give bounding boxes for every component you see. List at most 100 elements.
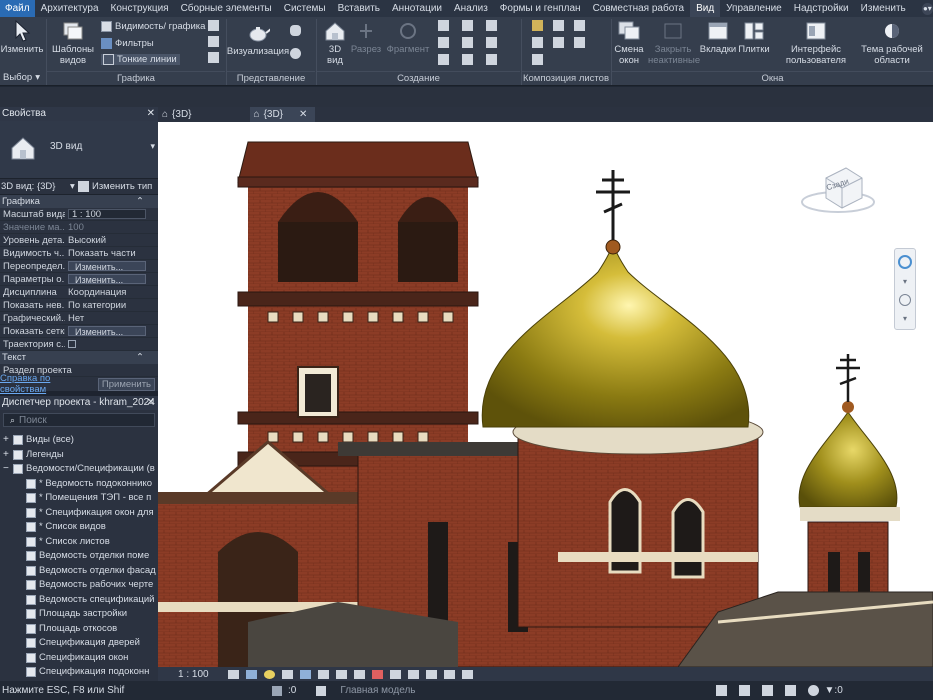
section-button[interactable]: Разрез: [350, 19, 382, 55]
browser-item[interactable]: Ведомость отделки поме: [0, 549, 158, 564]
close-inactive-button[interactable]: Закрыть неактивные: [648, 19, 700, 66]
crop-view-icon[interactable]: [317, 669, 329, 679]
instance-filter[interactable]: 3D вид: {3D}: [0, 181, 70, 192]
menu-tab-13[interactable]: Изменить: [855, 0, 912, 17]
browser-item[interactable]: Площадь застройки: [0, 607, 158, 622]
expand-icon[interactable]: −: [3, 462, 13, 477]
browser-item[interactable]: Спецификация окон: [0, 651, 158, 666]
checkbox[interactable]: [68, 340, 76, 348]
properties-help-link[interactable]: Справка по свойствам: [0, 373, 98, 395]
3d-viewport[interactable]: Сзади ▾ ▾: [158, 122, 933, 667]
browser-item[interactable]: Ведомость отделки фасад: [0, 564, 158, 579]
active-model[interactable]: Главная модель: [340, 685, 415, 696]
menu-tab-9[interactable]: Совместная работа: [587, 0, 691, 17]
browser-item[interactable]: + Легенды: [0, 448, 158, 463]
menu-tab-12[interactable]: Надстройки: [788, 0, 855, 17]
modify-button[interactable]: Изменить: [0, 19, 44, 55]
expand-icon[interactable]: +: [3, 448, 13, 463]
worksharing-icon[interactable]: [425, 669, 437, 679]
zoom-icon[interactable]: [899, 294, 911, 306]
close-icon[interactable]: ✕: [147, 396, 155, 410]
menu-tab-3[interactable]: Сборные элементы: [175, 0, 278, 17]
browser-item[interactable]: Спецификация подоконн: [0, 665, 158, 680]
selection-toggles[interactable]: [715, 685, 819, 696]
menu-tab-4[interactable]: Системы: [278, 0, 332, 17]
menu-tab-11[interactable]: Управление: [720, 0, 788, 17]
menu-tab-2[interactable]: Конструкция: [105, 0, 175, 17]
browser-item[interactable]: Ведомость рабочих черте: [0, 578, 158, 593]
shadows-icon[interactable]: [281, 669, 293, 679]
close-icon[interactable]: ✕: [299, 107, 307, 122]
property-value[interactable]: 1 : 100: [68, 209, 146, 219]
browser-item[interactable]: Ведомость спецификаций: [0, 593, 158, 608]
show-crop-icon[interactable]: [335, 669, 347, 679]
visual-style-icon[interactable]: [245, 669, 257, 679]
browser-item[interactable]: Площадь откосов: [0, 622, 158, 637]
switch-windows-button[interactable]: Смена окон: [612, 19, 646, 66]
edit-type-button[interactable]: Изменить тип: [78, 181, 152, 192]
view-scale[interactable]: 1 : 100: [178, 669, 209, 680]
edit-button[interactable]: Изменить...: [68, 274, 146, 284]
3d-view-button[interactable]: 3D вид: [320, 19, 350, 66]
reveal-hidden-icon[interactable]: [389, 669, 401, 679]
select-underlay-icon[interactable]: [738, 685, 750, 696]
browser-item[interactable]: * Ведомость подоконнико: [0, 477, 158, 492]
view-templates-button[interactable]: Шаблоны видов: [50, 19, 96, 66]
drag-elements-icon[interactable]: [807, 685, 819, 696]
menu-tab-5[interactable]: Вставить: [332, 0, 386, 17]
callout-button[interactable]: Фрагмент: [386, 19, 430, 55]
lock-view-icon[interactable]: [353, 669, 365, 679]
temporary-hide-icon[interactable]: [371, 669, 383, 679]
temporary-properties-icon[interactable]: [407, 669, 419, 679]
view-cube[interactable]: Сзади: [798, 160, 878, 220]
select-face-icon[interactable]: [784, 685, 796, 696]
render-icon[interactable]: [299, 669, 311, 679]
select-pinned-icon[interactable]: [761, 685, 773, 696]
filters-button[interactable]: Фильтры: [101, 38, 154, 49]
create-small-tools[interactable]: [438, 20, 500, 65]
browser-item[interactable]: Спецификация дверей: [0, 636, 158, 651]
view-tab[interactable]: ⌂ {3D}: [158, 107, 200, 122]
highlight-displacement-icon[interactable]: [443, 669, 455, 679]
render-button[interactable]: Визуализация: [227, 21, 289, 57]
menu-tab-7[interactable]: Анализ: [448, 0, 494, 17]
tabs-button[interactable]: Вкладки: [700, 19, 736, 55]
menu-tab-1[interactable]: Архитектура: [35, 0, 105, 17]
menu-tab-0[interactable]: Файл: [0, 0, 35, 17]
search-field[interactable]: ⌕ Поиск: [3, 413, 155, 427]
reveal-constraints-icon[interactable]: [461, 669, 473, 679]
browser-item[interactable]: * Помещения ТЭП - все п: [0, 491, 158, 506]
close-icon[interactable]: ✕: [147, 107, 155, 121]
user-interface-button[interactable]: Интерфейс пользователя: [782, 19, 850, 66]
section-graphics[interactable]: Графика ⌃: [0, 195, 158, 208]
apply-button[interactable]: Применить: [97, 377, 155, 391]
expand-icon[interactable]: +: [3, 433, 13, 448]
browser-item[interactable]: − Ведомости/Спецификации (в: [0, 462, 158, 477]
browser-item[interactable]: * Спецификация окон для: [0, 506, 158, 521]
filter-icon[interactable]: ▼: [825, 685, 835, 696]
select-links-icon[interactable]: [715, 685, 727, 696]
sun-path-icon[interactable]: [263, 669, 275, 679]
graphics-small-tools[interactable]: [208, 20, 219, 63]
tiles-button[interactable]: Плитки: [737, 19, 771, 55]
sheet-small-tools[interactable]: [532, 20, 588, 65]
menu-tab-8[interactable]: Формы и генплан: [494, 0, 587, 17]
menu-tab-10[interactable]: Вид: [690, 0, 721, 17]
view-tab-active[interactable]: ⌂ {3D} ✕: [249, 107, 316, 122]
detail-level-icon[interactable]: [227, 669, 239, 679]
steering-wheel-icon[interactable]: [898, 255, 912, 269]
menu-tab-6[interactable]: Аннотации: [386, 0, 448, 17]
type-selector[interactable]: 3D вид ▾: [0, 121, 158, 179]
visibility-graphics-button[interactable]: Видимость/ графика: [101, 21, 205, 32]
section-text[interactable]: Текст ⌃: [0, 351, 158, 364]
browser-item[interactable]: * Список видов: [0, 520, 158, 535]
workspace-theme-button[interactable]: Тема рабочей области: [852, 19, 932, 66]
edit-button[interactable]: Изменить...: [68, 326, 146, 336]
dropdown-arrow-icon[interactable]: ▾: [903, 314, 907, 323]
browser-item[interactable]: + Виды (все): [0, 433, 158, 448]
edit-button[interactable]: Изменить...: [68, 261, 146, 271]
options-toggle[interactable]: ●▾: [921, 2, 933, 15]
select-dropdown[interactable]: Выбор ▾: [3, 72, 40, 83]
worksets-icon[interactable]: [272, 685, 282, 696]
browser-item[interactable]: * Список листов: [0, 535, 158, 550]
